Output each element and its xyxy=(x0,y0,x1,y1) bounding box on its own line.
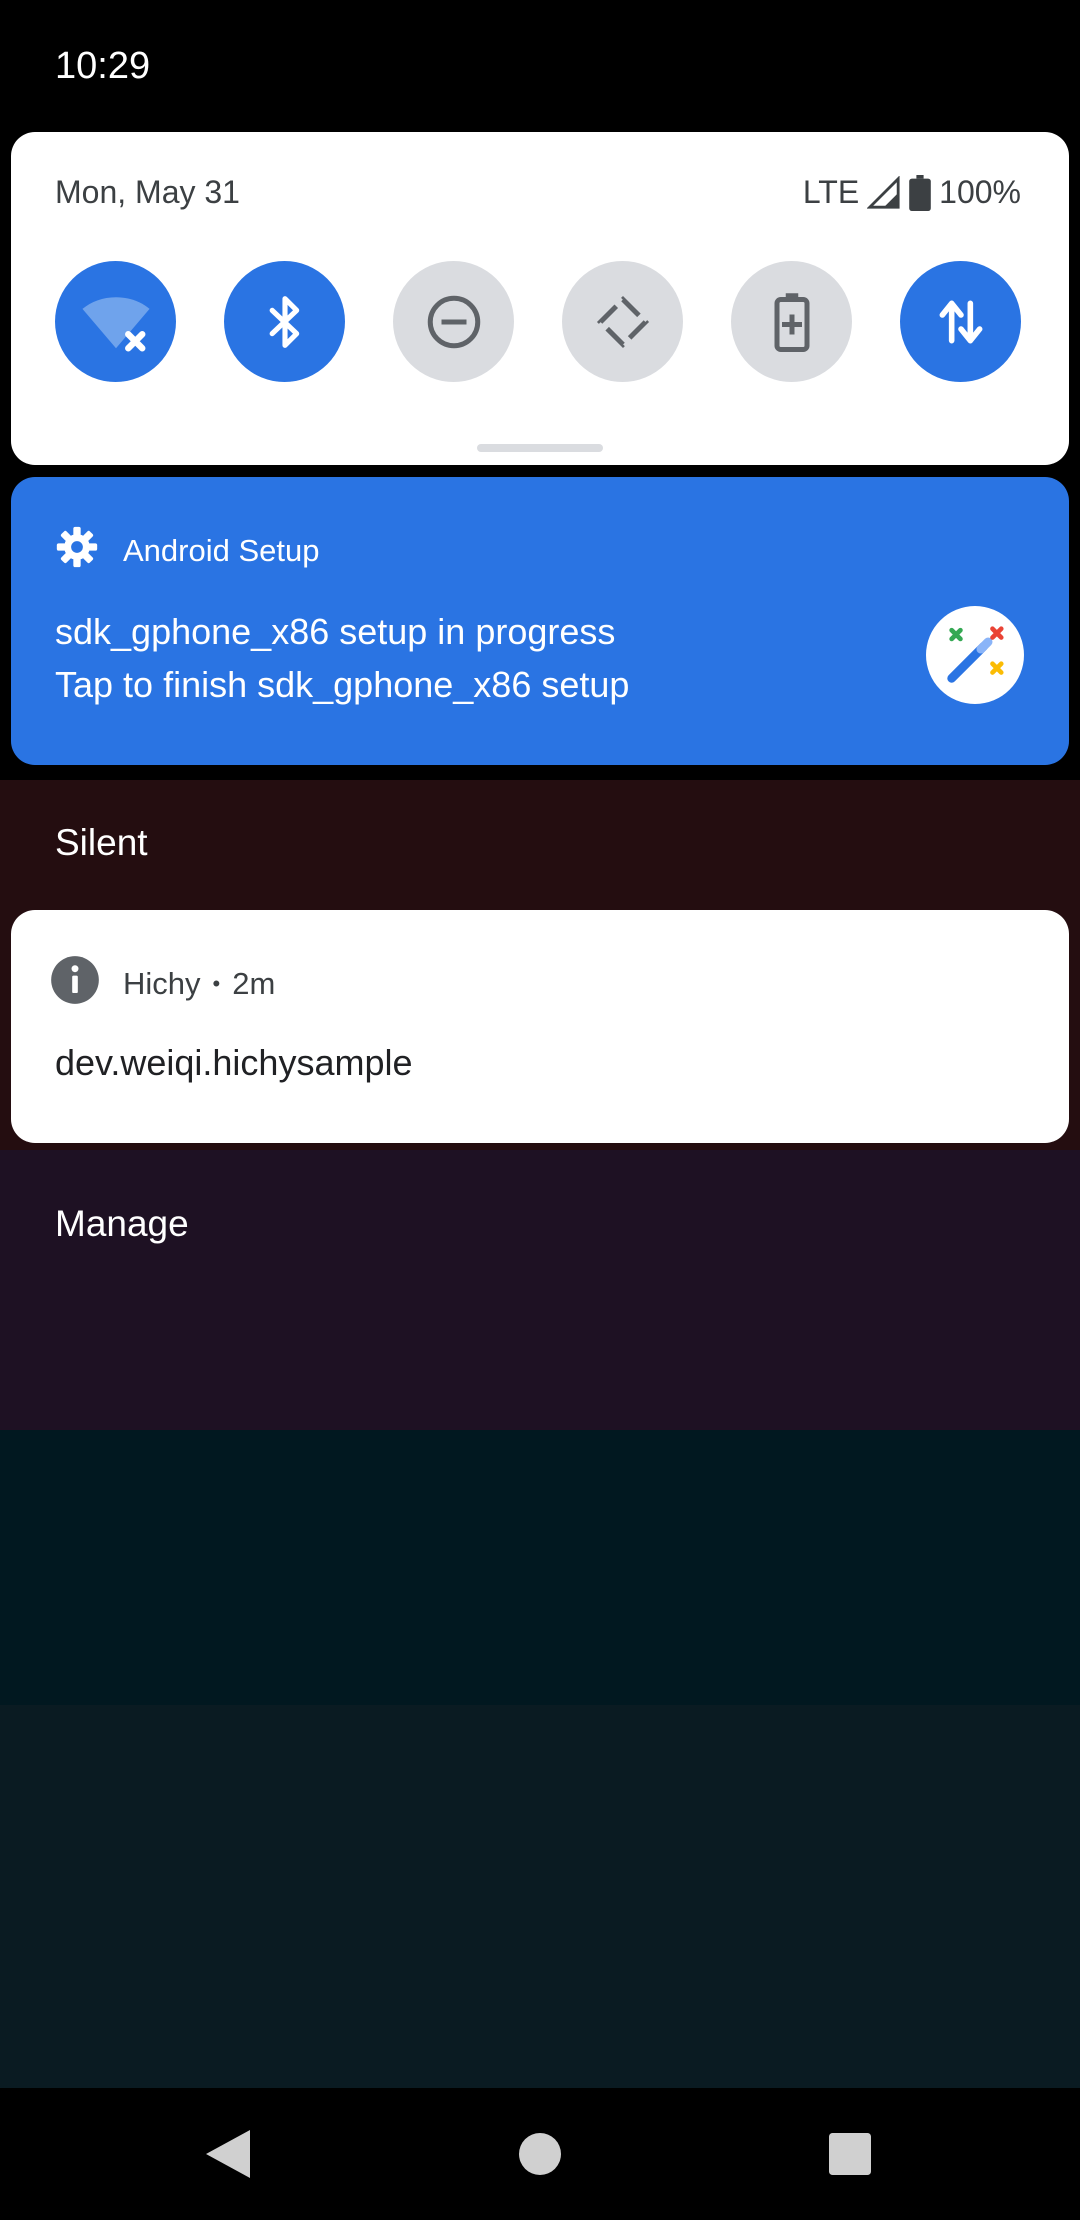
bluetooth-icon xyxy=(257,294,313,350)
navigation-bar xyxy=(0,2088,1080,2220)
quick-settings-panel[interactable]: Mon, May 31 LTE 100% xyxy=(11,132,1069,465)
signal-icon xyxy=(867,175,901,210)
home-icon xyxy=(519,2133,561,2175)
do-not-disturb-tile[interactable] xyxy=(393,261,514,382)
hichy-notification[interactable]: Hichy • 2m dev.weiqi.hichysample xyxy=(11,910,1069,1143)
android-setup-notification[interactable]: Android Setup sdk_gphone_x86 setup in pr… xyxy=(11,477,1069,765)
info-icon xyxy=(49,954,101,1014)
background-dark-purple xyxy=(0,1150,1080,1430)
battery-saver-tile[interactable] xyxy=(731,261,852,382)
battery-saver-icon xyxy=(772,292,812,352)
recents-button[interactable] xyxy=(790,2088,910,2220)
hichy-notification-time: 2m xyxy=(232,966,276,1001)
back-button[interactable] xyxy=(168,2088,288,2220)
background-dark-teal xyxy=(0,1430,1080,1705)
battery-percentage: 100% xyxy=(939,174,1021,210)
quick-settings-status: LTE 100% xyxy=(803,174,1021,211)
setup-notification-title: sdk_gphone_x86 setup in progress xyxy=(55,611,616,652)
setup-app-name: Android Setup xyxy=(123,533,320,568)
background-dark-slate xyxy=(0,1705,1080,2088)
wifi-tile[interactable] xyxy=(55,261,176,382)
hichy-notification-text: dev.weiqi.hichysample xyxy=(55,1042,413,1083)
header-separator: • xyxy=(212,971,221,996)
status-bar-clock: 10:29 xyxy=(55,45,151,87)
do-not-disturb-icon xyxy=(424,292,484,352)
gear-icon xyxy=(55,525,99,577)
network-type-label: LTE xyxy=(802,174,860,210)
auto-rotate-tile[interactable] xyxy=(562,261,683,382)
setup-notification-header: Android Setup xyxy=(55,525,319,577)
quick-settings-expand-handle[interactable] xyxy=(477,444,603,452)
setup-notification-text: Tap to finish sdk_gphone_x86 setup xyxy=(55,664,630,705)
home-button[interactable] xyxy=(480,2088,600,2220)
mobile-data-icon xyxy=(933,294,989,350)
auto-rotate-icon xyxy=(593,292,653,352)
hichy-app-name: Hichy xyxy=(123,966,201,1001)
magic-wand-icon xyxy=(926,606,1024,704)
manage-button[interactable]: Manage xyxy=(55,1200,189,1248)
hichy-notification-header: Hichy • 2m xyxy=(49,954,275,1014)
silent-section-header: Silent xyxy=(55,822,148,863)
bluetooth-tile[interactable] xyxy=(224,261,345,382)
quick-settings-date[interactable]: Mon, May 31 xyxy=(55,174,240,211)
wifi-off-icon xyxy=(81,287,151,357)
mobile-data-tile[interactable] xyxy=(900,261,1021,382)
battery-icon xyxy=(909,174,931,211)
back-icon xyxy=(206,2130,250,2178)
recents-icon xyxy=(829,2133,871,2175)
